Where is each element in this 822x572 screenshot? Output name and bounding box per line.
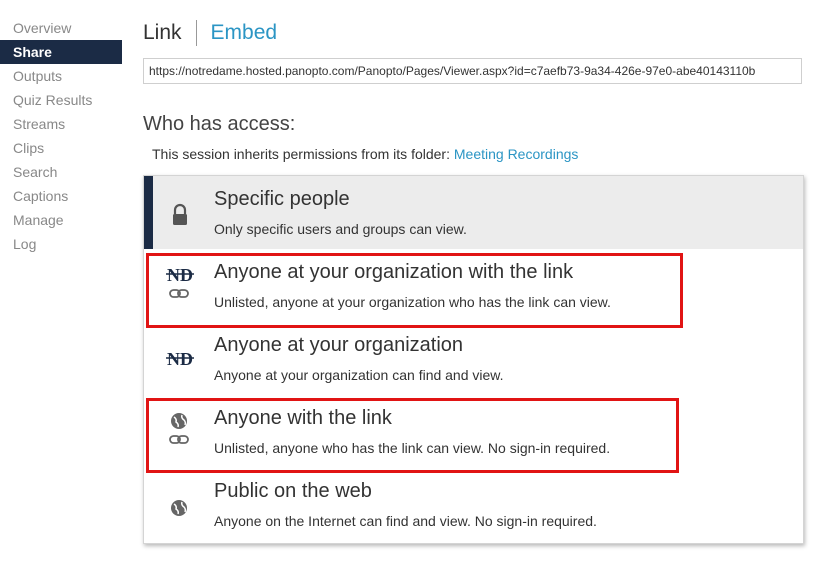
option-title: Public on the web [214, 480, 372, 502]
sidebar-item-clips[interactable]: Clips [0, 136, 122, 160]
share-tabs: Link Embed [143, 18, 277, 48]
option-description: Anyone at your organization can find and… [214, 367, 504, 383]
option-title: Anyone at your organization with the lin… [214, 261, 574, 283]
option-title: Anyone with the link [214, 407, 392, 429]
svg-text:ND: ND [167, 265, 193, 285]
tab-divider [195, 20, 197, 46]
option-specific-people[interactable]: Specific people Only specific users and … [144, 176, 803, 249]
sidebar-item-log[interactable]: Log [0, 232, 122, 256]
lock-icon [164, 190, 196, 234]
option-description: Anyone on the Internet can find and view… [214, 513, 597, 529]
folder-link[interactable]: Meeting Recordings [454, 146, 579, 162]
option-org[interactable]: ND Anyone at your organization Anyone at… [144, 322, 803, 395]
sidebar-item-streams[interactable]: Streams [0, 112, 122, 136]
sidebar-nav: Overview Share Outputs Quiz Results Stre… [0, 16, 122, 256]
nd-logo-icon: ND [164, 336, 196, 380]
sidebar-item-search[interactable]: Search [0, 160, 122, 184]
sidebar-item-manage[interactable]: Manage [0, 208, 122, 232]
who-has-access-heading: Who has access: [143, 113, 296, 135]
option-org-with-link[interactable]: ND Anyone at your organization with the … [144, 249, 803, 322]
option-description: Only specific users and groups can view. [214, 221, 467, 237]
tab-link[interactable]: Link [143, 21, 182, 45]
option-title: Specific people [214, 188, 350, 210]
inherit-permissions-text: This session inherits permissions from i… [152, 146, 578, 162]
inherit-label: This session inherits permissions from i… [152, 146, 454, 162]
option-public[interactable]: Public on the web Anyone on the Internet… [144, 468, 803, 541]
sidebar-item-captions[interactable]: Captions [0, 184, 122, 208]
option-title: Anyone at your organization [214, 334, 464, 356]
tab-embed[interactable]: Embed [211, 21, 278, 45]
option-anyone-with-link[interactable]: Anyone with the link Unlisted, anyone wh… [144, 395, 803, 468]
sidebar-item-quiz-results[interactable]: Quiz Results [0, 88, 122, 112]
option-description: Unlisted, anyone who has the link can vi… [214, 440, 611, 456]
sidebar-item-overview[interactable]: Overview [0, 16, 122, 40]
globe-icon [164, 482, 196, 526]
nd-logo-link-icon: ND [164, 263, 196, 307]
share-url-field[interactable] [143, 58, 802, 84]
globe-link-icon [164, 409, 196, 453]
access-options-list: Specific people Only specific users and … [143, 175, 804, 544]
sidebar-item-share[interactable]: Share [0, 40, 122, 64]
option-description: Unlisted, anyone at your organization wh… [214, 294, 611, 310]
sidebar-item-outputs[interactable]: Outputs [0, 64, 122, 88]
svg-text:ND: ND [167, 349, 193, 369]
